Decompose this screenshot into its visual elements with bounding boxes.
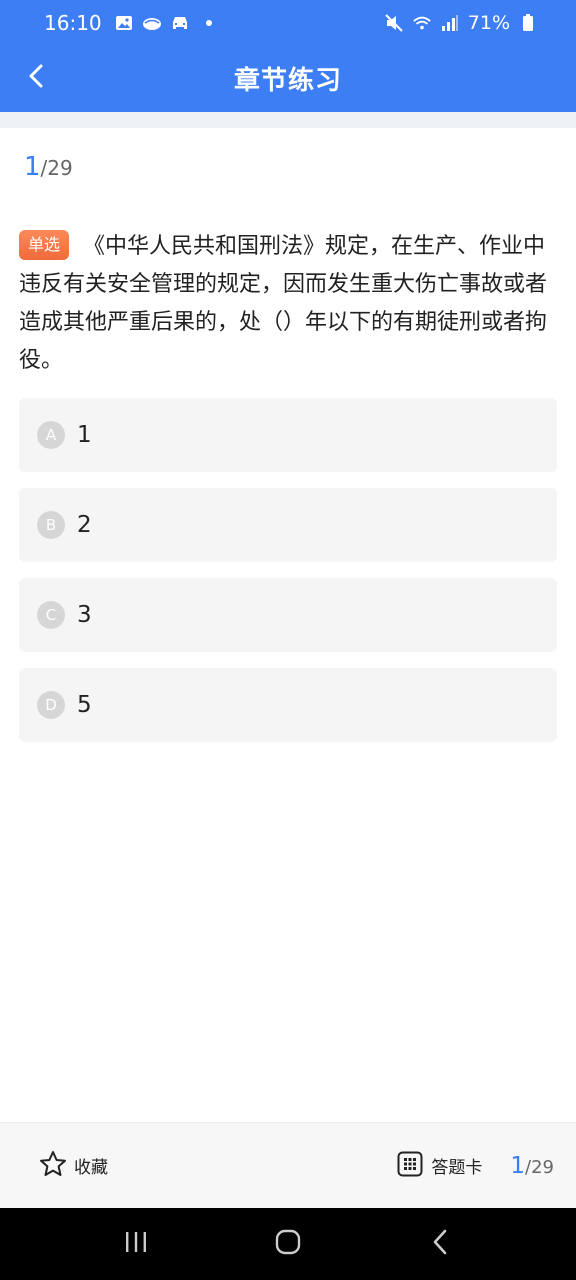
car-icon	[170, 13, 190, 33]
battery-percent: 71%	[467, 12, 510, 34]
option-text: 3	[77, 602, 92, 628]
recents-button[interactable]	[106, 1214, 166, 1274]
question-type-tag: 单选	[19, 230, 70, 260]
option-d[interactable]: D 5	[19, 668, 557, 742]
title-row: 章节练习	[0, 48, 576, 108]
notification-dot	[205, 20, 212, 26]
option-text: 2	[77, 512, 92, 538]
question-stem: 《中华人民共和国刑法》规定，在生产、作业中违反有关安全管理的规定，因而发生重大伤…	[19, 234, 548, 373]
home-icon	[274, 1228, 302, 1260]
status-time: 16:10	[44, 11, 102, 35]
status-bar: 16:10 71%	[0, 0, 576, 46]
option-letter: A	[37, 421, 65, 449]
counter-total: /29	[40, 156, 73, 180]
signal-icon	[440, 13, 460, 33]
counter-current: 1	[24, 152, 41, 182]
wifi-icon	[412, 13, 432, 33]
back-button[interactable]	[14, 54, 58, 102]
system-back-button[interactable]	[410, 1214, 470, 1274]
chevron-left-icon	[27, 63, 45, 93]
options-list: A 1 B 2 C 3 D 5	[19, 398, 557, 758]
question-text: 单选 《中华人民共和国刑法》规定，在生产、作业中违反有关安全管理的规定，因而发生重…	[19, 228, 559, 380]
battery-icon	[518, 13, 538, 33]
back-arrow-icon	[430, 1228, 450, 1260]
option-text: 5	[77, 692, 92, 718]
option-c[interactable]: C 3	[19, 578, 557, 652]
header-divider	[0, 112, 576, 128]
answer-card-label: 答题卡	[431, 1158, 483, 1178]
cloud-icon	[142, 13, 162, 33]
answer-card-button[interactable]: 答题卡	[397, 1151, 482, 1181]
option-letter: C	[37, 601, 65, 629]
bottom-counter: 1 /29	[510, 1153, 554, 1179]
bottom-bar: 收藏 答题卡 1 /29	[0, 1122, 576, 1208]
favorite-label: 收藏	[74, 1158, 108, 1178]
system-nav-bar	[0, 1208, 576, 1280]
bottom-counter-total: /29	[525, 1156, 554, 1178]
recents-icon	[123, 1230, 149, 1258]
favorite-button[interactable]: 收藏	[38, 1149, 108, 1183]
option-letter: B	[37, 511, 65, 539]
option-a[interactable]: A 1	[19, 398, 557, 472]
page-title: 章节练习	[233, 65, 342, 96]
grid-icon	[397, 1151, 423, 1181]
home-button[interactable]	[258, 1214, 318, 1274]
option-letter: D	[37, 691, 65, 719]
star-icon	[38, 1149, 68, 1183]
bottom-counter-current: 1	[510, 1152, 526, 1179]
gallery-icon	[114, 13, 134, 33]
question-counter: 1 /29	[24, 152, 73, 182]
option-b[interactable]: B 2	[19, 488, 557, 562]
app-header: 16:10 71% 章节练习	[0, 0, 576, 112]
option-text: 1	[77, 422, 92, 448]
mute-icon	[384, 13, 404, 33]
